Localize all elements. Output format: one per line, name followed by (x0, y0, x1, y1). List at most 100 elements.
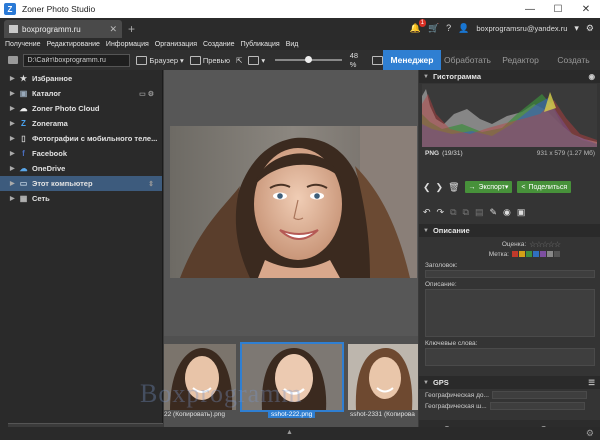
description-field[interactable] (425, 289, 595, 337)
tab-boxprogramm[interactable]: boxprogramm.ru ✕ (4, 20, 122, 38)
mode-tab-2[interactable]: Редактор (494, 50, 547, 70)
nav-item-1[interactable]: ▶ ▣ Каталог ▭ ⚙ (0, 86, 162, 101)
export-button[interactable]: → Экспорт ▾ (464, 181, 513, 193)
tool-bar: ↶ ↷ ⧉ ⧉ ▤ ✎ ◉ ▣ (423, 206, 598, 218)
share-button[interactable]: < Поделиться (517, 181, 572, 193)
zoom-value: 48 % (349, 51, 359, 69)
label-swatch-6[interactable] (554, 251, 560, 257)
expand-arrow-icon[interactable]: ▶ (10, 75, 18, 82)
label-swatch-0[interactable] (512, 251, 518, 257)
thumbnail-strip: 22 (Копировать).png sshot-222.png sshot-… (140, 336, 418, 427)
computer-icon: ▭ (19, 179, 28, 188)
sort-icon[interactable]: ⇕ (148, 180, 154, 188)
help-icon[interactable]: ? (446, 23, 451, 33)
expand-arrow-icon[interactable]: ▶ (10, 195, 18, 202)
brush-icon[interactable]: ✎ (489, 207, 497, 218)
nav-item-6[interactable]: ▶ ☁ OneDrive (0, 161, 162, 176)
gps-section: ▼ GPS ☰ Географическая до... Географичес… (419, 376, 600, 411)
keywords-field[interactable] (425, 348, 595, 366)
paste-icon[interactable]: ⧉ (463, 207, 469, 218)
open-external-icon[interactable]: ⇱ (236, 56, 242, 65)
notification-icon[interactable]: 🔔 1 (410, 18, 426, 34)
label-swatch-4[interactable] (540, 251, 546, 257)
minimize-button[interactable]: — (516, 0, 544, 18)
rotate-right-icon[interactable]: ↷ (437, 207, 445, 218)
nav-item-7[interactable]: ▶ ▭ Этот компьютер ⇕ (0, 176, 162, 191)
account-dropdown-icon[interactable]: ▾ (574, 23, 579, 34)
account-email[interactable]: boxprogramsru@yandex.ru (476, 24, 567, 33)
label-swatch-1[interactable] (519, 251, 525, 257)
expand-arrow-icon[interactable]: ▶ (10, 120, 18, 127)
nav-item-4[interactable]: ▶ ▯ Фотографии с мобильного теле... (0, 131, 162, 146)
zoom-slider-knob[interactable] (305, 56, 313, 63)
catalog-settings-icon[interactable]: ▭ ⚙ (139, 90, 154, 98)
folder-icon[interactable] (8, 56, 19, 64)
label-color-picker[interactable] (512, 251, 560, 257)
path-input[interactable] (23, 53, 131, 67)
gps-title: GPS (432, 378, 449, 387)
expand-arrow-icon[interactable]: ▶ (10, 90, 18, 97)
layers-icon[interactable]: ▤ (475, 207, 484, 218)
maximize-button[interactable]: ☐ (544, 0, 572, 18)
histogram-header[interactable]: ▼ Гистограмма ◉ (419, 70, 600, 83)
menu-get[interactable]: Получение (5, 41, 41, 48)
expand-arrow-icon[interactable]: ▶ (10, 150, 18, 157)
menu-create[interactable]: Создание (203, 41, 235, 48)
mode-tab-0[interactable]: Менеджер (383, 50, 441, 70)
settings-gear-icon[interactable]: ⚙ (586, 428, 594, 439)
nav-item-5[interactable]: ▶ f Facebook (0, 146, 162, 161)
thumbnail[interactable] (348, 344, 418, 410)
settings-gear-icon[interactable]: ⚙ (586, 23, 594, 34)
label-swatch-3[interactable] (533, 251, 539, 257)
fit-icon[interactable] (372, 55, 383, 65)
description-header[interactable]: ▼ Описание (419, 224, 600, 237)
menu-publish[interactable]: Публикация (241, 41, 280, 48)
nav-item-3[interactable]: ▶ Z Zonerama (0, 116, 162, 131)
gps-lon-field[interactable] (489, 402, 585, 410)
add-tab-button[interactable]: + (128, 20, 135, 38)
file-info: PNG (19/31) 931 x 579 (1.27 Мб) (425, 150, 595, 157)
eye-icon[interactable]: ◉ (503, 207, 511, 218)
title-field[interactable] (425, 270, 595, 278)
copy-icon[interactable]: ⧉ (450, 207, 456, 218)
delete-icon[interactable]: 🗑 (448, 182, 459, 193)
menu-view[interactable]: Вид (286, 41, 299, 48)
expand-arrow-icon[interactable]: ▶ (10, 135, 18, 142)
rotate-left-icon[interactable]: ↶ (423, 207, 431, 218)
zoom-slider[interactable] (275, 56, 342, 63)
onedrive-icon: ☁ (19, 164, 28, 173)
expand-arrow-icon[interactable]: ▶ (10, 180, 18, 187)
filter-dropdown-icon[interactable]: ▾ (248, 55, 265, 65)
menu-info[interactable]: Информация (106, 41, 149, 48)
expand-arrow-icon[interactable]: ▶ (10, 105, 18, 112)
info-icon[interactable]: ▣ (517, 207, 526, 218)
collapse-filmstrip-icon[interactable]: ▲ (286, 429, 293, 436)
preview-button[interactable]: Превью (189, 55, 230, 65)
histogram-graph (422, 84, 597, 147)
nav-item-0[interactable]: ▶ ★ Избранное (0, 71, 162, 86)
histogram-mode-icon[interactable]: ◉ (588, 72, 595, 81)
label-swatch-5[interactable] (547, 251, 553, 257)
mode-tab-1[interactable]: Обработать (441, 50, 494, 70)
nav-item-8[interactable]: ▶ ▦ Сеть (0, 191, 162, 206)
user-icon[interactable]: 👤 (458, 23, 469, 34)
phone-icon: ▯ (21, 134, 26, 143)
menu-edit[interactable]: Редактирование (47, 41, 100, 48)
gps-lat-field[interactable] (491, 391, 587, 399)
browser-button[interactable]: Браузер ▾ (136, 55, 184, 65)
tab-close-icon[interactable]: ✕ (109, 24, 117, 35)
next-icon[interactable]: ❯ (436, 182, 444, 193)
mode-tab-3[interactable]: Создать (547, 50, 600, 70)
rating-stars[interactable]: ☆☆☆☆☆ (529, 240, 561, 249)
gps-header[interactable]: ▼ GPS ☰ (419, 376, 600, 389)
previous-icon[interactable]: ❮ (423, 182, 431, 193)
menu-organize[interactable]: Организация (155, 41, 197, 48)
nav-item-2[interactable]: ▶ ☁ Zoner Photo Cloud (0, 101, 162, 116)
network-icon: ▦ (19, 194, 28, 203)
preview-image[interactable] (170, 126, 417, 278)
cart-icon[interactable]: 🛒 (428, 23, 439, 34)
expand-arrow-icon[interactable]: ▶ (10, 165, 18, 172)
label-swatch-2[interactable] (526, 251, 532, 257)
gps-menu-icon[interactable]: ☰ (588, 378, 595, 387)
close-button[interactable]: ✕ (572, 0, 600, 18)
